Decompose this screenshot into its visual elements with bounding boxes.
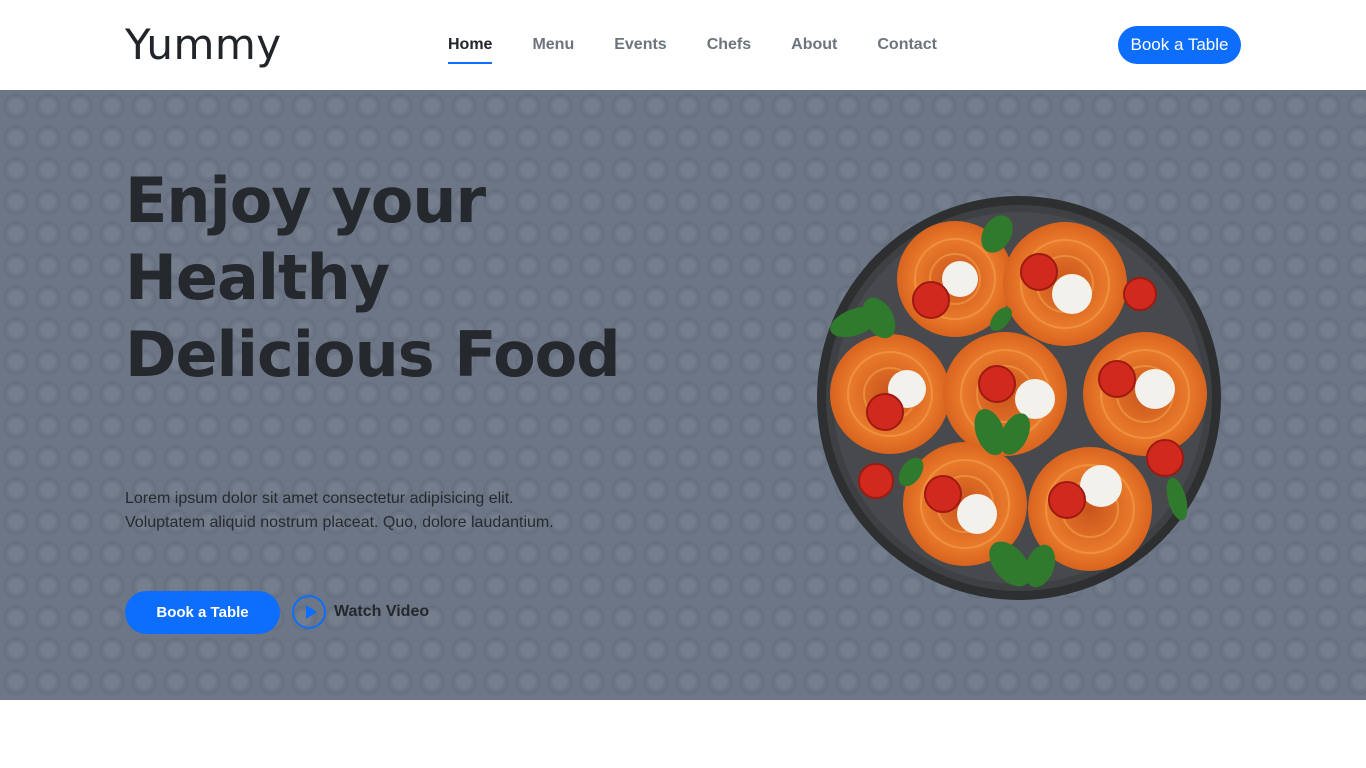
hero-title: Enjoy your Healthy Delicious Food bbox=[125, 164, 621, 391]
nav-contact[interactable]: Contact bbox=[877, 36, 937, 54]
nav-about[interactable]: About bbox=[791, 36, 837, 54]
nav-home[interactable]: Home bbox=[448, 36, 493, 64]
hero-description: Lorem ipsum dolor sit amet consectetur a… bbox=[125, 490, 554, 531]
food-plate-image bbox=[817, 196, 1221, 600]
site-header: Yummy Home Menu Events Chefs About Conta… bbox=[0, 0, 1366, 90]
book-table-header-button[interactable]: Book a Table bbox=[1118, 26, 1241, 64]
play-circle-icon[interactable] bbox=[292, 595, 326, 629]
nav-chefs[interactable]: Chefs bbox=[707, 36, 751, 54]
watch-video-link[interactable]: Watch Video bbox=[292, 595, 429, 629]
watch-video-label: Watch Video bbox=[334, 603, 430, 620]
nav-menu[interactable]: Menu bbox=[532, 36, 574, 54]
nav-events[interactable]: Events bbox=[614, 36, 666, 54]
hero-section: Enjoy your Healthy Delicious Food Lorem … bbox=[0, 90, 1366, 700]
main-nav: Home Menu Events Chefs About Contact bbox=[448, 0, 977, 90]
logo[interactable]: Yummy bbox=[125, 20, 282, 69]
book-table-hero-button[interactable]: Book a Table bbox=[125, 591, 280, 634]
